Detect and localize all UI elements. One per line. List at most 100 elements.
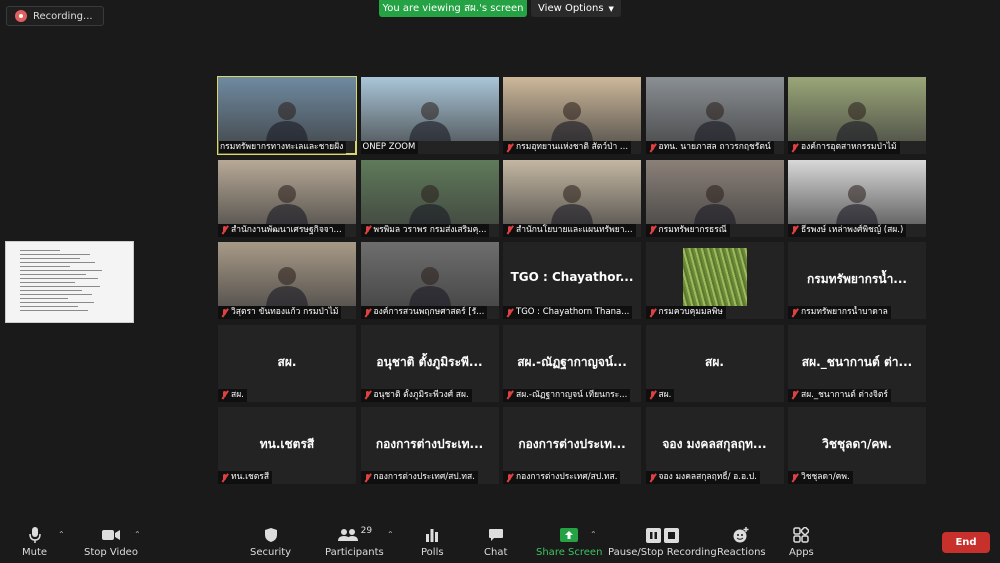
participant-name-label: วิชชุลดา/คพ. <box>788 471 853 484</box>
stop-video-button[interactable]: Stop Video <box>84 526 138 558</box>
muted-microphone-icon <box>505 390 514 400</box>
muted-microphone-icon <box>790 225 799 235</box>
participant-name: ทน.เชตรสี <box>231 472 270 482</box>
participants-count: 29 <box>360 526 373 536</box>
apps-icon <box>793 526 810 544</box>
video-camera-icon <box>101 526 121 544</box>
participant-tile[interactable]: องค์การอุตสาหกรรมป่าไม้ <box>788 77 926 154</box>
participant-name: กรมอุทยานแห่งชาติ สัตว์ป่า ... <box>516 142 629 152</box>
participant-tile[interactable]: วิสุตรา ขันทองแก้ว กรมป่าไม้ <box>218 242 356 319</box>
participant-tile[interactable]: สผ. สผ. <box>645 324 784 402</box>
participant-video <box>788 159 926 224</box>
participant-video <box>360 159 499 224</box>
participant-tile[interactable]: กองการต่างประเท... กองการต่างประเทศ/สป.ทส… <box>360 407 499 484</box>
muted-microphone-icon <box>648 143 657 153</box>
muted-microphone-icon <box>505 308 514 318</box>
participant-tile[interactable]: ทน.เชตรสี ทน.เชตรสี <box>218 407 356 484</box>
participant-display-name: สผ. <box>277 354 297 369</box>
shared-screen-thumbnail[interactable] <box>5 241 134 323</box>
participant-tile[interactable]: อทน. นายภาสล ถาวรกฤชรัตน์ <box>645 77 784 154</box>
participant-tile[interactable]: สำนักงานพัฒนาเศรษฐกิจจา... <box>218 159 356 237</box>
participant-display-name: จอง มงคลสกุลฤท... <box>662 437 767 451</box>
participant-tile[interactable]: กรมทรัพยากรน้ำ... กรมทรัพยากรน้ำบาดาล <box>788 242 926 319</box>
participant-name-label: TGO : Chayathorn Thana... <box>503 306 633 319</box>
participant-display-name: กองการต่างประเท... <box>375 437 484 451</box>
participant-tile[interactable]: ธีรพงษ์ เหล่าพงศ์พิชญ์ (สผ.) <box>788 159 926 237</box>
participant-tile[interactable]: กรมทรัพยากรทางทะเลและชายฝั่ง <box>217 76 357 155</box>
participant-display-name: อนุชาติ ตั้งภูมิระพี... <box>376 354 483 369</box>
apps-button[interactable]: Apps <box>789 526 814 558</box>
participant-tile[interactable]: พรพิมล วราพร กรมส่งเสริมคุ... <box>360 159 499 237</box>
participant-name: จอง มงคลสกุลฤทธิ์/ อ.อ.ป. <box>658 472 757 482</box>
participant-name: วิชชุลดา/คพ. <box>801 472 850 482</box>
participants-icon: 29 <box>337 526 372 544</box>
participant-tile[interactable]: สผ.-ณัฏฐากาญจน์... สผ.-ณัฏฐากาญจน์ เทียนก… <box>503 324 641 402</box>
chevron-down-icon: ▼ <box>608 4 614 13</box>
share-screen-label: Share Screen <box>536 547 603 558</box>
participant-name: กองการต่างประเทศ/สป.ทส. <box>373 472 475 482</box>
participant-video <box>218 77 356 141</box>
participant-name-label: กรมทรัพยากรทางทะเลและชายฝั่ง <box>218 141 347 154</box>
mute-options-caret[interactable]: ⌃ <box>58 530 65 539</box>
security-button[interactable]: Security <box>250 526 291 558</box>
participant-name: TGO : Chayathorn Thana... <box>516 307 630 317</box>
participant-name-label: สผ. <box>218 388 247 402</box>
video-options-caret[interactable]: ⌃ <box>134 530 141 539</box>
participant-tile[interactable]: กรมทรัพยากรธรณี <box>645 159 784 237</box>
participant-tile[interactable]: สำนักนโยบายและแผนทรัพยา... <box>503 159 641 237</box>
participant-name: สผ. <box>231 389 244 400</box>
participants-label: Participants <box>325 547 384 558</box>
viewing-screen-banner: You are viewing สผ.'s screen <box>379 0 527 17</box>
participant-name: ONEP ZOOM <box>362 142 416 152</box>
participant-display-name: สผ. <box>705 354 724 369</box>
view-options-label: View Options <box>538 3 604 14</box>
reactions-button[interactable]: Reactions <box>717 526 766 558</box>
muted-microphone-icon <box>363 473 372 483</box>
polls-button[interactable]: Polls <box>421 526 444 558</box>
chat-button[interactable]: Chat <box>484 526 507 558</box>
participant-tile[interactable]: องค์การสวนพฤกษศาสตร์ [รั... <box>360 242 499 319</box>
end-meeting-button[interactable]: End <box>942 532 990 553</box>
pause-stop-recording-button[interactable]: Pause/Stop Recording <box>608 526 717 558</box>
participant-tile[interactable]: สผ._ชนากานต์ ต่า... สผ._ชนากานต์ ต่างจิตร… <box>788 324 926 402</box>
participant-tile[interactable]: อนุชาติ ตั้งภูมิระพี... อนุชาติ ตั้งภูมิร… <box>360 324 499 402</box>
shield-icon <box>264 526 278 544</box>
participant-name-label: จอง มงคลสกุลฤทธิ์/ อ.อ.ป. <box>645 471 760 484</box>
participant-name: กรมทรัพยากรทางทะเลและชายฝั่ง <box>220 142 344 152</box>
pause-recording-label: Pause/Stop Recording <box>608 547 717 558</box>
participant-video <box>645 159 784 224</box>
participant-name-label: สผ. <box>645 388 675 402</box>
reactions-label: Reactions <box>717 547 766 558</box>
participant-name-label: กรมทรัพยากรธรณี <box>645 223 730 237</box>
end-label: End <box>955 537 977 548</box>
participant-tile[interactable]: จอง มงคลสกุลฤท... จอง มงคลสกุลฤทธิ์/ อ.อ.… <box>645 407 784 484</box>
recording-indicator[interactable]: Recording... <box>6 6 104 26</box>
participant-tile[interactable]: กรมควบคุมมลพิษ <box>645 242 784 319</box>
participant-name: สำนักนโยบายและแผนทรัพยา... <box>516 224 633 235</box>
participant-tile[interactable]: TGO : Chayathor... TGO : Chayathorn Thana… <box>503 242 641 319</box>
participant-tile[interactable]: ONEP ZOOM <box>360 77 499 154</box>
view-options-button[interactable]: View Options ▼ <box>531 0 621 17</box>
participant-name-label: สผ.-ณัฏฐากาญจน์ เทียนกระ... <box>503 388 631 402</box>
security-label: Security <box>250 547 292 558</box>
muted-microphone-icon <box>790 308 799 318</box>
participant-name: กรมควบคุมมลพิษ <box>658 307 723 317</box>
participants-options-caret[interactable]: ⌃ <box>387 530 394 539</box>
participant-video <box>503 77 641 141</box>
muted-microphone-icon <box>505 225 514 235</box>
participant-name: กรมทรัพยากรธรณี <box>658 224 727 235</box>
muted-microphone-icon <box>505 473 514 483</box>
participant-tile[interactable]: สผ. สผ. <box>218 324 356 402</box>
polls-label: Polls <box>421 547 444 558</box>
participant-name-label: ONEP ZOOM <box>360 141 419 154</box>
share-options-caret[interactable]: ⌃ <box>590 530 597 539</box>
participant-tile[interactable]: กองการต่างประเท... กองการต่างประเทศ/สป.ทส… <box>503 407 641 484</box>
muted-microphone-icon <box>648 225 657 235</box>
muted-microphone-icon <box>790 473 799 483</box>
participants-button[interactable]: 29 Participants <box>325 526 384 558</box>
participant-tile[interactable]: วิชชุลดา/คพ. วิชชุลดา/คพ. <box>788 407 926 484</box>
mute-button[interactable]: Mute <box>22 526 47 558</box>
participant-tile[interactable]: กรมอุทยานแห่งชาติ สัตว์ป่า ... <box>503 77 641 154</box>
participant-name-label: สำนักงานพัฒนาเศรษฐกิจจา... <box>218 223 345 237</box>
smiley-plus-icon <box>732 526 750 544</box>
